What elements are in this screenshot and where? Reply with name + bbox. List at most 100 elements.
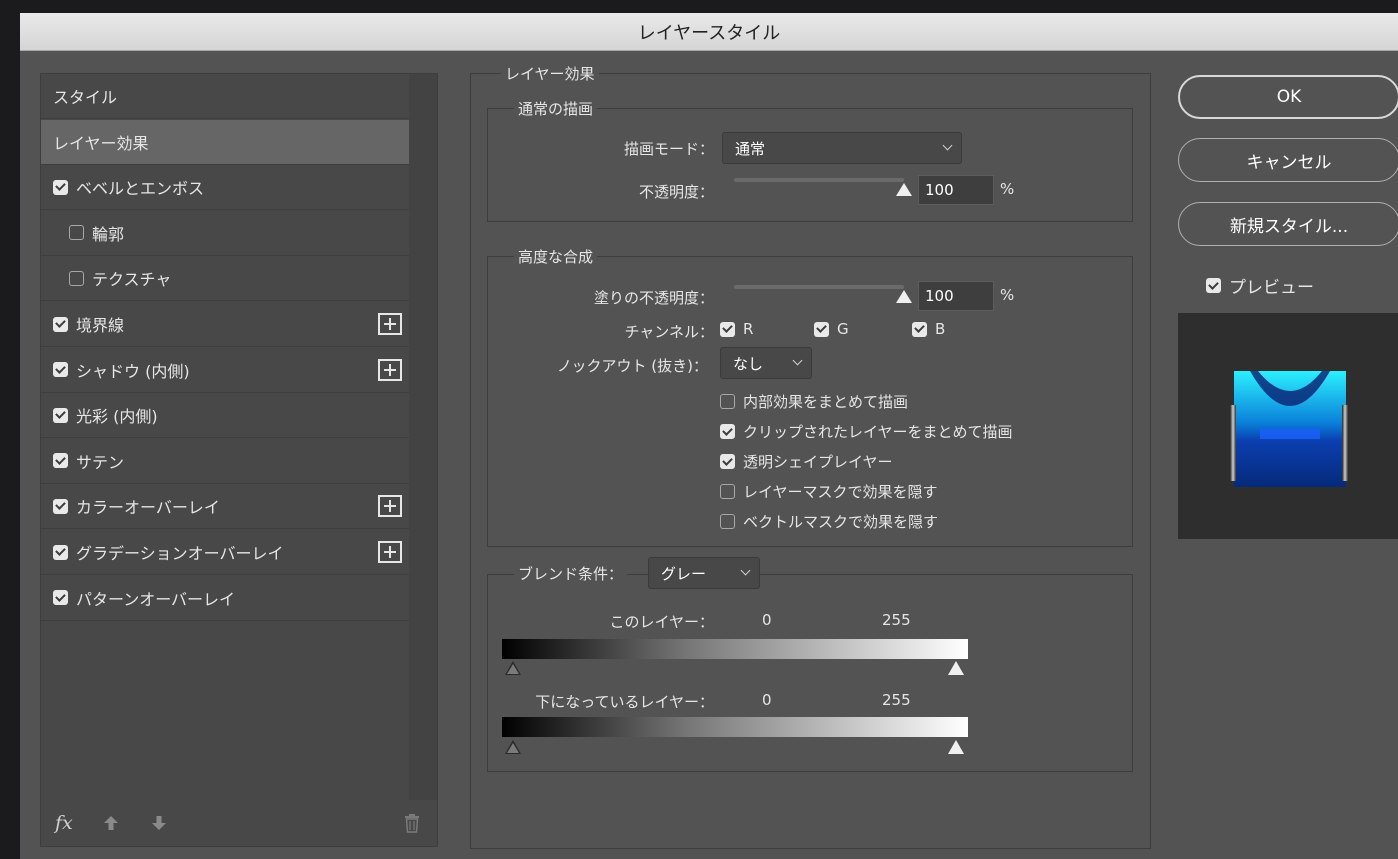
move-up-icon[interactable] (103, 815, 119, 831)
blend-mode-dropdown[interactable]: 通常 (722, 132, 962, 164)
opacity-input[interactable]: 100 (918, 175, 994, 205)
style-list-item[interactable]: レイヤー効果 (41, 119, 410, 165)
style-list-item[interactable]: 光彩 (内側) (41, 393, 410, 439)
style-checkbox[interactable] (53, 316, 68, 332)
style-list-footer: fx (41, 800, 437, 846)
this-layer-min-handle[interactable] (505, 661, 521, 675)
style-checkbox[interactable] (53, 498, 68, 514)
opacity-slider-thumb[interactable] (896, 183, 912, 196)
fill-opacity-slider-track[interactable] (734, 285, 904, 289)
trash-icon[interactable] (403, 813, 421, 833)
option-label: ベクトルマスクで効果を隠す (743, 513, 939, 531)
preview-toggle[interactable]: プレビュー (1206, 273, 1314, 298)
title-bar: レイヤースタイル (20, 13, 1398, 51)
new-style-button[interactable]: 新規スタイル... (1178, 202, 1398, 246)
option-label: クリップされたレイヤーをまとめて描画 (743, 423, 1013, 441)
style-item-label: 輪郭 (92, 224, 125, 244)
normal-blend-legend: 通常の描画 (514, 98, 598, 119)
layer-effects-panel: レイヤー効果 通常の描画 描画モード： 通常 不透明度： 100 % 高度な合成… (470, 63, 1151, 849)
channel-checkbox[interactable] (720, 321, 735, 337)
window-title: レイヤースタイル (637, 22, 781, 44)
channel-label: B (935, 320, 946, 338)
style-list-item[interactable]: カラーオーバーレイ (41, 484, 410, 530)
move-down-icon[interactable] (151, 815, 167, 831)
knockout-dropdown[interactable]: なし (720, 347, 812, 379)
this-layer-gradient (502, 639, 968, 659)
add-instance-icon[interactable] (378, 313, 402, 335)
this-layer-max-handle[interactable] (948, 661, 964, 675)
add-instance-icon[interactable] (378, 358, 402, 381)
blend-mode-value: 通常 (735, 139, 766, 158)
chevron-down-icon (740, 565, 751, 576)
style-checkbox[interactable] (53, 590, 68, 606)
style-item-label: サテン (76, 452, 125, 472)
knockout-label: ノックアウト (抜き)： (556, 357, 708, 375)
style-list-item[interactable]: 輪郭 (41, 211, 410, 256)
blend-if-group: ブレンド条件： グレー このレイヤー： 0 255 下になっているレイヤー： 0… (487, 557, 1133, 772)
opacity-slider-track[interactable] (734, 178, 904, 182)
option-checkbox[interactable] (720, 424, 735, 439)
option-checkbox[interactable] (720, 394, 735, 409)
advanced-blend-group: 高度な合成 塗りの不透明度： 100 % チャンネル： R G B ノックアウト (… (487, 246, 1133, 547)
fx-icon[interactable]: fx (55, 812, 73, 834)
blend-if-dropdown[interactable]: グレー (648, 557, 760, 589)
advanced-option[interactable]: クリップされたレイヤーをまとめて描画 (720, 421, 1013, 442)
underlying-layer-max-handle[interactable] (948, 740, 964, 754)
channel-b-toggle[interactable]: B (912, 320, 945, 338)
channel-g-toggle[interactable]: G (814, 320, 849, 338)
blend-if-legend: ブレンド条件： (514, 563, 628, 584)
style-list-item[interactable]: スタイル (41, 74, 410, 119)
add-instance-icon[interactable] (378, 495, 402, 518)
normal-blend-group: 通常の描画 描画モード： 通常 不透明度： 100 % (487, 98, 1133, 222)
option-label: 内部効果をまとめて描画 (743, 393, 909, 411)
style-checkbox[interactable] (53, 179, 68, 195)
option-checkbox[interactable] (720, 514, 735, 529)
style-list-item[interactable]: ベベルとエンボス (41, 165, 410, 211)
style-list-item[interactable]: シャドウ (内側) (41, 348, 410, 393)
style-list-scrollbar[interactable] (409, 74, 437, 800)
advanced-option[interactable]: 内部効果をまとめて描画 (720, 391, 908, 412)
advanced-option[interactable]: レイヤーマスクで効果を隠す (720, 481, 938, 502)
ok-button[interactable]: OK (1178, 75, 1398, 119)
style-checkbox[interactable] (53, 362, 68, 378)
layer-style-dialog: レイヤースタイル スタイル レイヤー効果 ベベルとエンボス 輪郭 テクスチャ 境界線 シャド… (20, 13, 1398, 859)
advanced-option[interactable]: 透明シェイプレイヤー (720, 451, 893, 472)
fill-opacity-slider-thumb[interactable] (896, 290, 912, 303)
style-list-item[interactable]: グラデーションオーバーレイ (41, 530, 410, 575)
cancel-button[interactable]: キャンセル (1178, 138, 1398, 182)
blend-if-value: グレー (661, 564, 707, 583)
style-checkbox[interactable] (69, 225, 84, 241)
this-layer-max: 255 (882, 611, 911, 629)
channel-label: G (837, 320, 849, 338)
style-item-label: スタイル (53, 88, 118, 107)
channel-checkbox[interactable] (814, 321, 829, 337)
style-list-item[interactable]: テクスチャ (41, 256, 410, 302)
option-checkbox[interactable] (720, 484, 735, 499)
style-list-item[interactable]: サテン (41, 439, 410, 484)
underlying-layer-min-handle[interactable] (505, 740, 521, 754)
style-item-label: シャドウ (内側) (76, 361, 190, 381)
style-checkbox[interactable] (69, 270, 84, 286)
preview-checkbox[interactable] (1206, 278, 1221, 293)
style-list-item[interactable]: 境界線 (41, 302, 410, 347)
advanced-option[interactable]: ベクトルマスクで効果を隠す (720, 511, 938, 532)
underlying-layer-gradient (502, 717, 968, 737)
option-checkbox[interactable] (720, 454, 735, 469)
style-checkbox[interactable] (53, 453, 68, 469)
channel-r-toggle[interactable]: R (720, 320, 753, 338)
fill-opacity-unit: % (1000, 286, 1015, 304)
channels-label: チャンネル： (624, 323, 714, 341)
style-checkbox[interactable] (53, 407, 68, 423)
channel-label: R (743, 320, 754, 338)
style-item-label: グラデーションオーバーレイ (76, 544, 284, 563)
add-instance-icon[interactable] (378, 541, 402, 563)
style-checkbox[interactable] (53, 544, 68, 560)
layer-effects-legend: レイヤー効果 (501, 63, 599, 84)
underlying-layer-label: 下になっているレイヤー： (535, 693, 714, 711)
style-list-item[interactable]: パターンオーバーレイ (41, 576, 410, 621)
fill-opacity-input[interactable]: 100 (918, 281, 994, 311)
style-item-label: パターンオーバーレイ (76, 589, 236, 609)
option-label: レイヤーマスクで効果を隠す (743, 483, 938, 501)
channel-checkbox[interactable] (912, 321, 927, 337)
style-list: スタイルレイヤー効果 ベベルとエンボス輪郭テクスチャ 境界線シャドウ (内側) 光彩 … (40, 73, 438, 847)
